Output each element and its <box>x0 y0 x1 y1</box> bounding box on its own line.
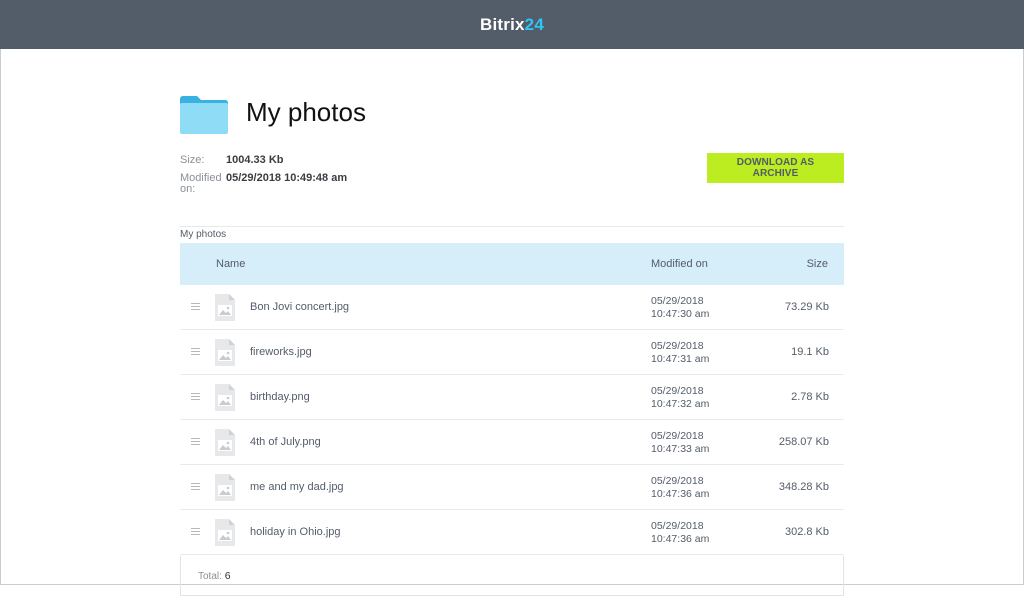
table-row[interactable]: 4th of July.png 05/29/2018 10:47:33 am 258.… <box>180 420 844 465</box>
file-size: 348.28 Kb <box>778 481 829 493</box>
image-file-icon <box>215 474 235 501</box>
table-row[interactable]: holiday in Ohio.jpg 05/29/2018 10:47:36 am… <box>180 510 844 555</box>
file-date: 05/29/2018 <box>651 520 704 532</box>
table-footer: Total: 6 <box>180 556 844 596</box>
drag-handle-icon[interactable] <box>191 348 200 357</box>
drag-handle-icon[interactable] <box>191 393 200 402</box>
divider <box>180 226 844 227</box>
image-file-icon <box>215 294 235 321</box>
file-date: 05/29/2018 <box>651 430 704 442</box>
files-table: Name Modified on Size Bon Jovi concert.j… <box>180 243 844 555</box>
table-row[interactable]: me and my dad.jpg 05/29/2018 10:47:36 am 34… <box>180 465 844 510</box>
drag-handle-icon[interactable] <box>191 483 200 492</box>
file-time: 10:47:31 am <box>651 353 710 365</box>
table-row[interactable]: Bon Jovi concert.jpg 05/29/2018 10:47:30 a… <box>180 285 844 330</box>
modified-label-cont: on: <box>180 183 196 195</box>
file-modified: 05/29/2018 10:47:31 am <box>651 340 709 366</box>
folder-icon <box>180 96 228 134</box>
drag-handle-icon[interactable] <box>191 438 200 447</box>
download-archive-button[interactable]: DOWNLOAD AS ARCHIVE <box>707 153 844 183</box>
image-file-icon <box>215 384 235 411</box>
file-modified: 05/29/2018 10:47:32 am <box>651 385 709 411</box>
file-modified: 05/29/2018 10:47:33 am <box>651 430 709 456</box>
column-header-name[interactable]: Name <box>216 258 245 270</box>
image-file-icon <box>215 339 235 366</box>
file-name[interactable]: me and my dad.jpg <box>250 481 344 493</box>
file-time: 10:47:33 am <box>651 443 710 455</box>
size-value: 1004.33 Kb <box>226 154 284 166</box>
file-date: 05/29/2018 <box>651 340 704 352</box>
file-name[interactable]: 4th of July.png <box>250 436 321 448</box>
image-file-icon <box>215 429 235 456</box>
drag-handle-icon[interactable] <box>191 303 200 312</box>
size-label: Size: <box>180 154 205 166</box>
file-time: 10:47:30 am <box>651 308 710 320</box>
file-size: 258.07 Kb <box>778 436 829 448</box>
file-time: 10:47:32 am <box>651 398 710 410</box>
page-title: My photos <box>246 97 366 127</box>
bitrix24-logo[interactable]: Bitrix24 <box>480 15 544 35</box>
file-date: 05/29/2018 <box>651 295 704 307</box>
file-name[interactable]: holiday in Ohio.jpg <box>250 526 341 538</box>
file-time: 10:47:36 am <box>651 488 710 500</box>
file-name[interactable]: Bon Jovi concert.jpg <box>250 301 349 313</box>
file-size: 2.78 Kb <box>791 391 829 403</box>
modified-value: 05/29/2018 10:49:48 am <box>226 172 348 184</box>
logo-number: 24 <box>524 14 544 34</box>
file-date: 05/29/2018 <box>651 385 704 397</box>
column-header-modified[interactable]: Modified on <box>651 258 708 270</box>
file-modified: 05/29/2018 10:47:36 am <box>651 475 709 501</box>
file-size: 302.8 Kb <box>784 526 829 538</box>
column-header-size[interactable]: Size <box>807 258 828 270</box>
file-date: 05/29/2018 <box>651 475 704 487</box>
file-name[interactable]: birthday.png <box>250 391 310 403</box>
file-name[interactable]: fireworks.jpg <box>250 346 312 358</box>
table-body: Bon Jovi concert.jpg 05/29/2018 10:47:30 a… <box>180 285 844 555</box>
image-file-icon <box>215 519 235 546</box>
breadcrumb: My photos <box>180 229 227 240</box>
total-count: Total: 6 <box>198 570 231 582</box>
drag-handle-icon[interactable] <box>191 528 200 537</box>
file-modified: 05/29/2018 10:47:36 am <box>651 520 709 546</box>
file-size: 19.1 Kb <box>791 346 829 358</box>
top-header: Bitrix24 <box>0 0 1024 49</box>
total-value: 6 <box>224 570 231 582</box>
file-modified: 05/29/2018 10:47:30 am <box>651 295 709 321</box>
file-size: 73.29 Kb <box>784 301 829 313</box>
logo-text: Bitrix <box>480 14 525 34</box>
file-time: 10:47:36 am <box>651 533 710 545</box>
table-row[interactable]: birthday.png 05/29/2018 10:47:32 am 2.78 Kb <box>180 375 844 420</box>
table-row[interactable]: fireworks.jpg 05/29/2018 10:47:31 am 19.1 K… <box>180 330 844 375</box>
total-label: Total: <box>198 571 222 582</box>
table-header: Name Modified on Size <box>180 243 844 285</box>
